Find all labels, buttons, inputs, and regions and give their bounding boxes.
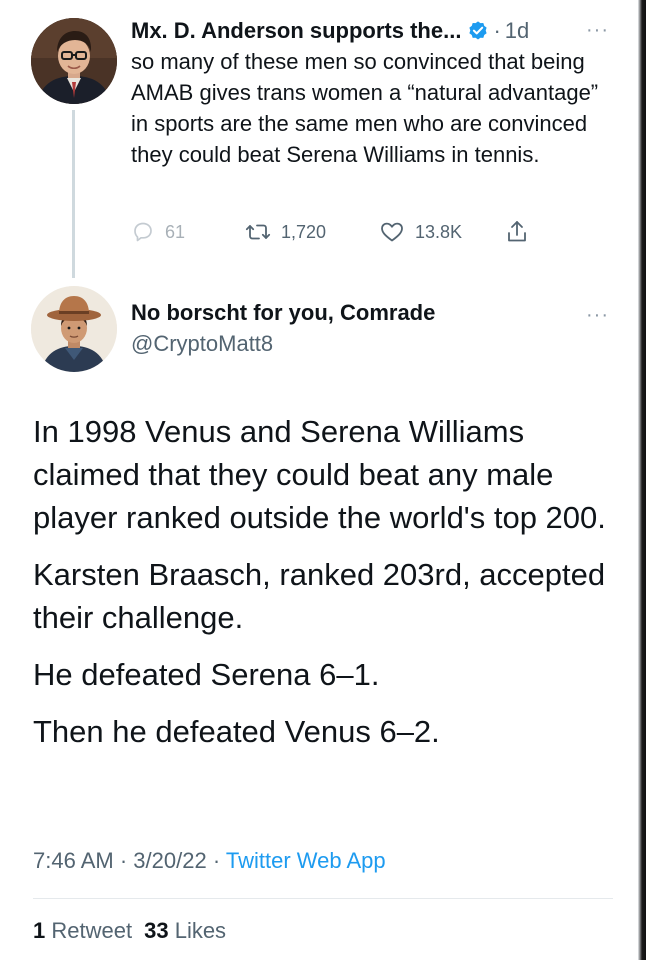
tweet-paragraph: In 1998 Venus and Serena Williams claime… — [33, 414, 606, 535]
share-button[interactable] — [505, 216, 529, 248]
like-label: Likes — [174, 918, 227, 943]
time-separator: · — [493, 18, 501, 43]
reply-button[interactable]: 61 — [131, 216, 185, 248]
divider — [33, 898, 613, 899]
tweet-engagement-stats: 1 Retweet 33 Likes — [33, 918, 226, 944]
window-edge — [638, 0, 646, 960]
meta-separator: · — [212, 848, 221, 873]
parent-avatar-image — [31, 18, 117, 104]
tweet-date[interactable]: 3/20/22 — [133, 848, 206, 873]
parent-tweet-text: so many of these men so convinced that b… — [131, 49, 599, 167]
main-display-name[interactable]: No borscht for you, Comrade — [131, 300, 435, 326]
likes-stat[interactable]: 33 Likes — [144, 918, 226, 943]
tweet-time[interactable]: 7:46 AM — [33, 848, 114, 873]
retweet-label: Retweet — [51, 918, 133, 943]
reply-count: 61 — [165, 221, 186, 242]
thread-connector-line — [72, 110, 75, 278]
tweet-thread: Mx. D. Anderson supports the... · 1d ···… — [0, 0, 646, 960]
share-icon — [505, 219, 529, 245]
parent-tweet-header: Mx. D. Anderson supports the... · 1d — [131, 16, 529, 46]
more-icon[interactable]: ··· — [586, 304, 609, 327]
heart-icon — [379, 220, 405, 244]
main-handle[interactable]: @CryptoMatt8 — [131, 331, 273, 357]
retweet-icon — [245, 220, 271, 244]
main-avatar[interactable] — [31, 286, 117, 372]
tweet-metadata: 7:46 AM · 3/20/22 · Twitter Web App — [33, 848, 386, 874]
tweet-paragraph: Then he defeated Venus 6–2. — [33, 714, 440, 749]
like-button[interactable]: 13.8K — [379, 216, 462, 248]
more-icon[interactable]: ··· — [586, 19, 609, 42]
main-tweet-text: In 1998 Venus and Serena Williams claime… — [33, 410, 623, 767]
tweet-paragraph: He defeated Serena 6–1. — [33, 657, 380, 692]
tweet-source-link[interactable]: Twitter Web App — [226, 848, 386, 873]
like-count: 13.8K — [415, 221, 463, 242]
like-total: 33 — [144, 918, 169, 943]
reply-icon — [131, 220, 155, 244]
parent-tweet[interactable]: Mx. D. Anderson supports the... · 1d ···… — [0, 0, 638, 280]
tweet-paragraph: Karsten Braasch, ranked 203rd, accepted … — [33, 557, 606, 635]
meta-separator: · — [119, 848, 128, 873]
retweet-count: 1,720 — [281, 221, 327, 242]
parent-tweet-time[interactable]: 1d — [505, 18, 529, 44]
main-avatar-image — [31, 286, 117, 372]
verified-badge-icon — [467, 20, 489, 42]
retweet-total: 1 — [33, 918, 46, 943]
parent-display-name[interactable]: Mx. D. Anderson supports the... — [131, 18, 461, 44]
parent-avatar[interactable] — [31, 18, 117, 104]
parent-tweet-actions: 61 1,720 13.8K — [131, 216, 551, 248]
retweets-stat[interactable]: 1 Retweet — [33, 918, 132, 943]
retweet-button[interactable]: 1,720 — [245, 216, 326, 248]
